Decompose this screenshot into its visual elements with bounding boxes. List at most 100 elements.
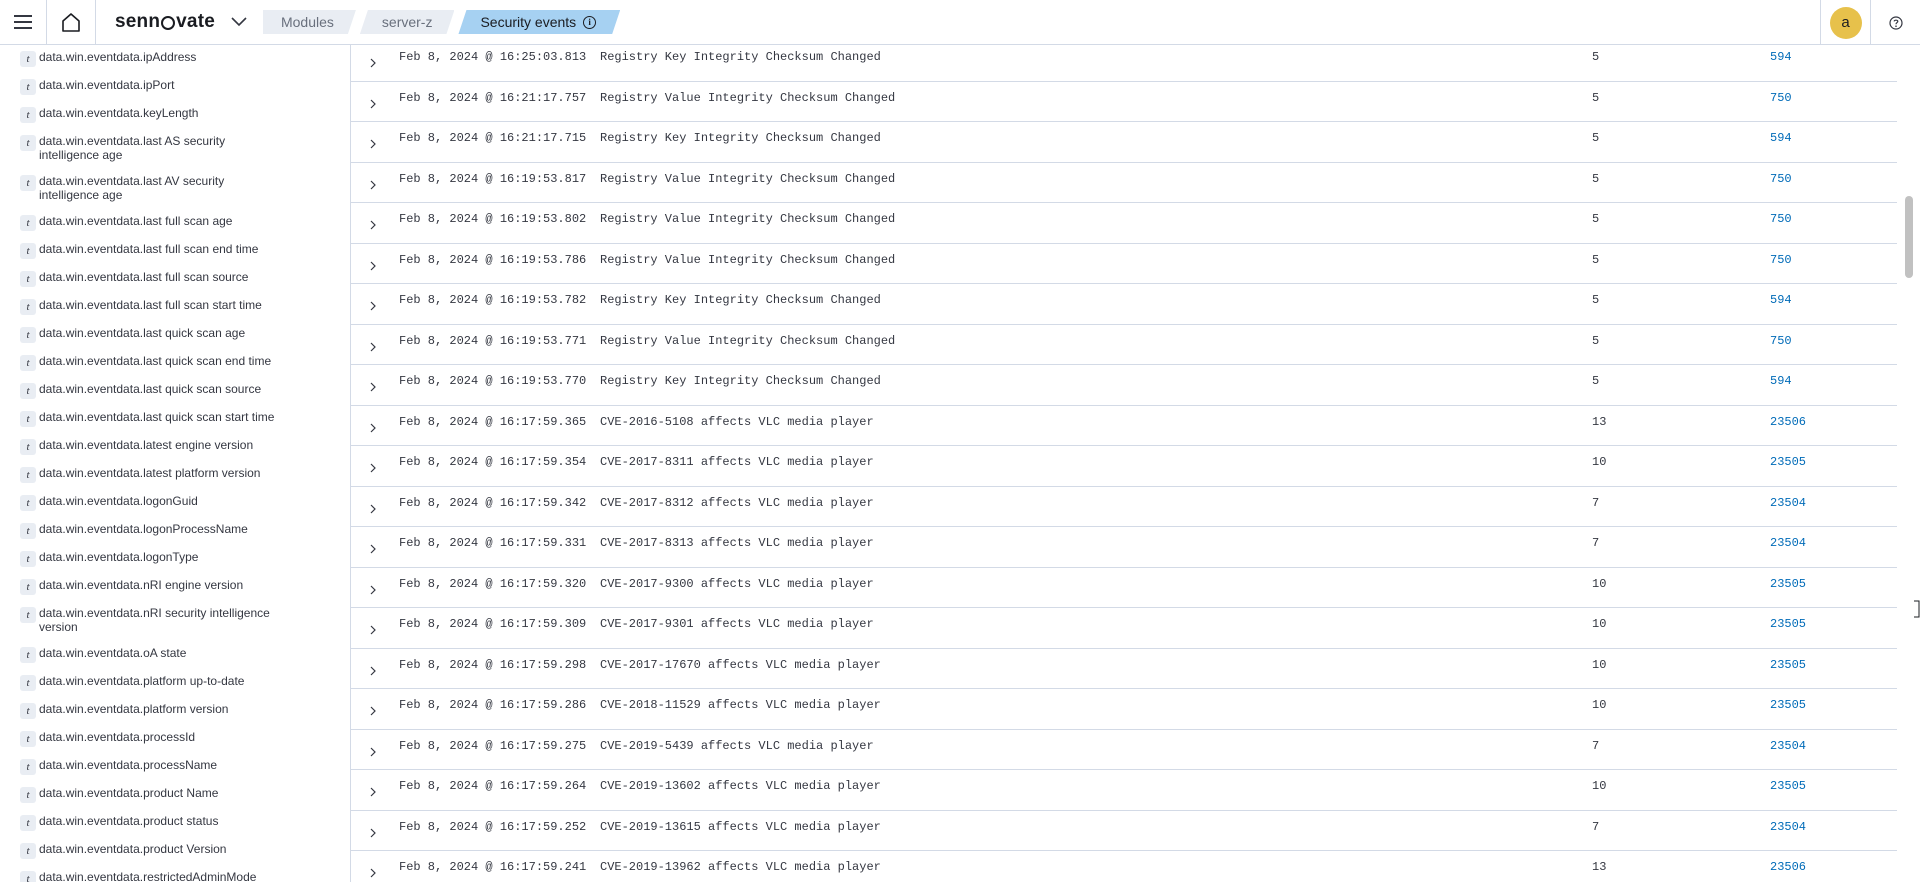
expand-row-chevron-icon[interactable] xyxy=(367,867,379,879)
field-list-item[interactable]: t data.win.eventdata.processName xyxy=(20,758,279,775)
field-list-item[interactable]: t data.win.eventdata.last quick scan age xyxy=(20,326,279,343)
event-rule-id-link[interactable]: 23505 xyxy=(1770,617,1806,631)
table-row[interactable]: Feb 8, 2024 @ 16:17:59.298 CVE-2017-17670… xyxy=(351,649,1897,689)
expand-row-chevron-icon[interactable] xyxy=(367,827,379,839)
help-button[interactable] xyxy=(1870,0,1920,45)
field-list-item[interactable]: t data.win.eventdata.processId xyxy=(20,730,279,747)
expand-row-chevron-icon[interactable] xyxy=(367,260,379,272)
table-row[interactable]: Feb 8, 2024 @ 16:17:59.331 CVE-2017-8313 … xyxy=(351,527,1897,568)
field-list-item[interactable]: t data.win.eventdata.product Name xyxy=(20,786,279,803)
table-row[interactable]: Feb 8, 2024 @ 16:19:53.786 Registry Value… xyxy=(351,244,1897,284)
event-rule-id-link[interactable]: 594 xyxy=(1770,50,1792,64)
field-list-item[interactable]: t data.win.eventdata.latest engine versio… xyxy=(20,438,279,455)
field-list-item[interactable]: t data.win.eventdata.product status xyxy=(20,814,279,831)
expand-row-chevron-icon[interactable] xyxy=(367,98,379,110)
expand-row-chevron-icon[interactable] xyxy=(367,543,379,555)
field-list-item[interactable]: t data.win.eventdata.last quick scan star… xyxy=(20,410,279,427)
field-list-item[interactable]: t data.win.eventdata.last full scan sourc… xyxy=(20,270,279,287)
field-list-item[interactable]: t data.win.eventdata.nRI security intelli… xyxy=(20,606,279,634)
field-list-item[interactable]: t data.win.eventdata.restrictedAdminMode xyxy=(20,870,279,882)
expand-row-chevron-icon[interactable] xyxy=(367,786,379,798)
field-list-item[interactable]: t data.win.eventdata.latest platform vers… xyxy=(20,466,279,483)
event-rule-id-link[interactable]: 23504 xyxy=(1770,820,1806,834)
event-rule-id-link[interactable]: 594 xyxy=(1770,374,1792,388)
expand-row-chevron-icon[interactable] xyxy=(367,138,379,150)
table-row[interactable]: Feb 8, 2024 @ 16:17:59.286 CVE-2018-11529… xyxy=(351,689,1897,730)
table-row[interactable]: Feb 8, 2024 @ 16:21:17.715 Registry Key I… xyxy=(351,122,1897,163)
field-list-item[interactable]: t data.win.eventdata.last full scan start… xyxy=(20,298,279,315)
field-list-item[interactable]: t data.win.eventdata.platform version xyxy=(20,702,279,719)
expand-row-chevron-icon[interactable] xyxy=(367,665,379,677)
field-list-item[interactable]: t data.win.eventdata.keyLength xyxy=(20,106,279,123)
event-rule-id-link[interactable]: 23505 xyxy=(1770,658,1806,672)
event-rule-id-link[interactable]: 23505 xyxy=(1770,779,1806,793)
event-rule-id-link[interactable]: 23505 xyxy=(1770,455,1806,469)
table-row[interactable]: Feb 8, 2024 @ 16:17:59.264 CVE-2019-13602… xyxy=(351,770,1897,811)
table-row[interactable]: Feb 8, 2024 @ 16:17:59.354 CVE-2017-8311 … xyxy=(351,446,1897,487)
expand-row-chevron-icon[interactable] xyxy=(367,57,379,69)
app-switcher-button[interactable] xyxy=(225,0,253,45)
scrollbar-track[interactable] xyxy=(1897,45,1920,882)
event-rule-id-link[interactable]: 23504 xyxy=(1770,739,1806,753)
field-list-item[interactable]: t data.win.eventdata.last quick scan end … xyxy=(20,354,279,371)
field-list-item[interactable]: t data.win.eventdata.platform up-to-date xyxy=(20,674,279,691)
event-rule-id-link[interactable]: 23505 xyxy=(1770,577,1806,591)
scrollbar-thumb[interactable] xyxy=(1905,196,1913,278)
event-rule-id-link[interactable]: 750 xyxy=(1770,91,1792,105)
menu-button[interactable] xyxy=(0,0,46,45)
field-list-item[interactable]: t data.win.eventdata.last quick scan sour… xyxy=(20,382,279,399)
field-list-item[interactable]: t data.win.eventdata.logonProcessName xyxy=(20,522,279,539)
breadcrumb-server[interactable]: server-z xyxy=(360,10,455,34)
field-list-item[interactable]: t data.win.eventdata.last AS security int… xyxy=(20,134,279,162)
info-icon[interactable]: i xyxy=(583,16,596,29)
table-row[interactable]: Feb 8, 2024 @ 16:17:59.320 CVE-2017-9300 … xyxy=(351,568,1897,608)
expand-row-chevron-icon[interactable] xyxy=(367,300,379,312)
expand-row-chevron-icon[interactable] xyxy=(367,179,379,191)
user-menu[interactable]: a xyxy=(1820,0,1870,45)
table-row[interactable]: Feb 8, 2024 @ 16:17:59.241 CVE-2019-13962… xyxy=(351,851,1897,882)
home-button[interactable] xyxy=(46,0,96,45)
event-rule-id-link[interactable]: 594 xyxy=(1770,293,1792,307)
expand-row-chevron-icon[interactable] xyxy=(367,624,379,636)
expand-row-chevron-icon[interactable] xyxy=(367,705,379,717)
avatar[interactable]: a xyxy=(1829,6,1862,39)
field-list-item[interactable]: t data.win.eventdata.ipPort xyxy=(20,78,279,95)
table-row[interactable]: Feb 8, 2024 @ 16:17:59.252 CVE-2019-13615… xyxy=(351,811,1897,851)
expand-row-chevron-icon[interactable] xyxy=(367,503,379,515)
table-row[interactable]: Feb 8, 2024 @ 16:25:03.813 Registry Key I… xyxy=(351,45,1897,82)
field-list-item[interactable]: t data.win.eventdata.oA state xyxy=(20,646,279,663)
expand-row-chevron-icon[interactable] xyxy=(367,462,379,474)
expand-row-chevron-icon[interactable] xyxy=(367,341,379,353)
event-rule-id-link[interactable]: 23506 xyxy=(1770,415,1806,429)
field-list-item[interactable]: t data.win.eventdata.product Version xyxy=(20,842,279,859)
event-rule-id-link[interactable]: 23504 xyxy=(1770,536,1806,550)
breadcrumb-modules[interactable]: Modules xyxy=(263,10,356,34)
table-row[interactable]: Feb 8, 2024 @ 16:17:59.342 CVE-2017-8312 … xyxy=(351,487,1897,527)
event-rule-id-link[interactable]: 750 xyxy=(1770,253,1792,267)
field-list-item[interactable]: t data.win.eventdata.ipAddress xyxy=(20,50,279,67)
event-rule-id-link[interactable]: 750 xyxy=(1770,172,1792,186)
table-row[interactable]: Feb 8, 2024 @ 16:17:59.365 CVE-2016-5108 … xyxy=(351,406,1897,446)
event-rule-id-link[interactable]: 750 xyxy=(1770,212,1792,226)
expand-row-chevron-icon[interactable] xyxy=(367,584,379,596)
field-list-item[interactable]: t data.win.eventdata.logonGuid xyxy=(20,494,279,511)
breadcrumb-security-events[interactable]: Security events i xyxy=(458,10,620,34)
event-rule-id-link[interactable]: 23506 xyxy=(1770,860,1806,874)
event-rule-id-link[interactable]: 23504 xyxy=(1770,496,1806,510)
field-list-item[interactable]: t data.win.eventdata.last full scan end t… xyxy=(20,242,279,259)
table-row[interactable]: Feb 8, 2024 @ 16:19:53.802 Registry Value… xyxy=(351,203,1897,244)
expand-row-chevron-icon[interactable] xyxy=(367,381,379,393)
field-list-item[interactable]: t data.win.eventdata.logonType xyxy=(20,550,279,567)
table-row[interactable]: Feb 8, 2024 @ 16:17:59.275 CVE-2019-5439 … xyxy=(351,730,1897,770)
table-row[interactable]: Feb 8, 2024 @ 16:21:17.757 Registry Value… xyxy=(351,82,1897,122)
field-list-item[interactable]: t data.win.eventdata.last full scan age xyxy=(20,214,279,231)
event-rule-id-link[interactable]: 23505 xyxy=(1770,698,1806,712)
expand-row-chevron-icon[interactable] xyxy=(367,422,379,434)
expand-row-chevron-icon[interactable] xyxy=(367,746,379,758)
field-list-item[interactable]: t data.win.eventdata.nRI engine version xyxy=(20,578,279,595)
event-rule-id-link[interactable]: 750 xyxy=(1770,334,1792,348)
table-row[interactable]: Feb 8, 2024 @ 16:19:53.771 Registry Value… xyxy=(351,325,1897,365)
table-row[interactable]: Feb 8, 2024 @ 16:17:59.309 CVE-2017-9301 … xyxy=(351,608,1897,649)
expand-row-chevron-icon[interactable] xyxy=(367,219,379,231)
brand-logo[interactable]: senn vate xyxy=(115,11,215,33)
